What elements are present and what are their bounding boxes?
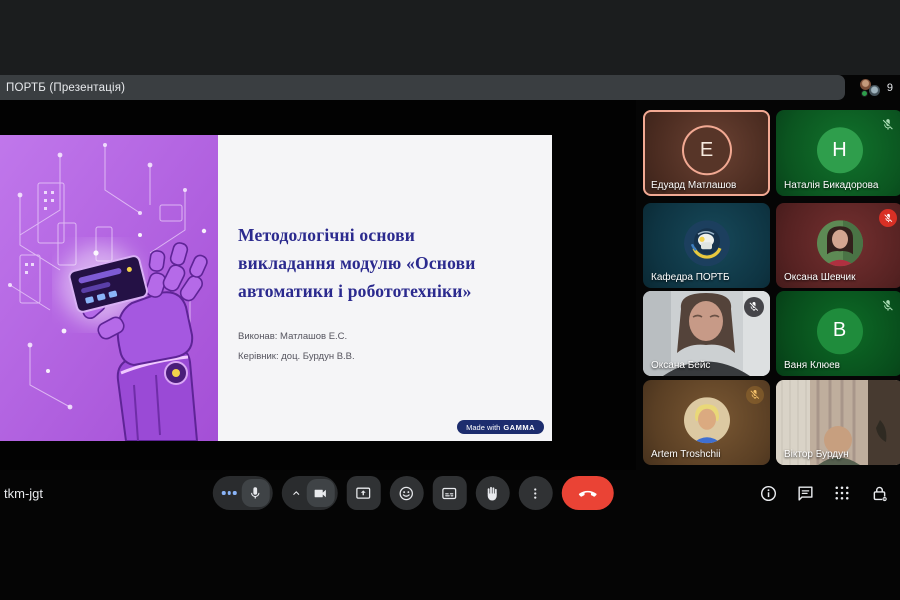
meeting-code: tkm-jgt <box>4 485 43 501</box>
toolbar-right <box>757 470 890 516</box>
audio-activity-icon <box>221 491 237 495</box>
avatar: Е <box>683 127 730 174</box>
participant-name: Ваня Клюев <box>784 360 840 371</box>
call-controls <box>212 476 614 510</box>
window-top-strip <box>0 0 900 75</box>
avatar: В <box>816 307 863 354</box>
participant-name: Едуард Матлашов <box>651 180 737 191</box>
presentation-feed[interactable]: Методологічні основи викладання модулю «… <box>0 100 636 470</box>
chevron-up-icon <box>290 488 301 499</box>
present-screen-button[interactable] <box>346 476 381 510</box>
presentation-title-bar: ПОРТБ (Презентація) <box>0 75 845 100</box>
participant-avatars-icon <box>858 78 882 98</box>
mic-off-icon <box>879 209 897 227</box>
grid-dots-icon <box>835 486 849 500</box>
mic-off-icon <box>746 386 764 404</box>
slide-title: Методологічні основи викладання модулю «… <box>238 225 476 301</box>
chat-button[interactable] <box>794 482 816 504</box>
mic-icon <box>241 479 270 507</box>
phone-hangup-icon <box>578 490 597 497</box>
host-controls-button[interactable] <box>868 482 890 504</box>
present-screen-icon <box>356 487 371 499</box>
tile-kafedra-portb[interactable]: Кафедра ПОРТБ <box>643 203 770 288</box>
participant-name: Кафедра ПОРТБ <box>651 272 730 283</box>
gamma-badge: Made with GAMMA <box>457 420 544 434</box>
hand-icon <box>487 486 497 501</box>
camera-icon <box>306 479 335 507</box>
mic-off-icon <box>879 297 897 315</box>
slide-author: Виконав: Матлашов Е.С. <box>238 331 348 342</box>
cc-icon <box>442 487 457 499</box>
microphone-button[interactable] <box>212 476 273 510</box>
tile-eduard-matlashov[interactable]: Е Едуард Матлашов <box>643 110 770 196</box>
lock-gear-icon <box>873 486 887 502</box>
raise-hand-button[interactable] <box>475 476 510 510</box>
participant-count: 9 <box>886 81 893 94</box>
participant-name: Оксана Шевчик <box>784 272 856 283</box>
slide-meta: Виконав: Матлашов Е.С. Керівник: доц. Бу… <box>238 327 534 367</box>
activities-button[interactable] <box>831 482 853 504</box>
smiley-icon <box>399 486 413 500</box>
slide-illustration <box>0 135 218 441</box>
more-options-button[interactable] <box>518 476 553 510</box>
mic-off-icon <box>879 116 897 134</box>
avatar: Н <box>816 127 863 174</box>
reactions-button[interactable] <box>389 476 424 510</box>
slide-content: Методологічні основи викладання модулю «… <box>218 135 552 441</box>
call-toolbar: tkm-jgt <box>0 470 900 516</box>
slide: Методологічні основи викладання модулю «… <box>0 135 552 441</box>
presentation-title: ПОРТБ (Презентація) <box>6 81 126 94</box>
avatar <box>683 396 730 443</box>
tile-artem-troshchii[interactable]: Artem Troshchii <box>643 380 770 465</box>
info-icon <box>760 485 776 501</box>
chat-bubble-icon <box>797 485 813 501</box>
participants-counter[interactable]: 9 <box>858 75 893 100</box>
avatar <box>816 219 863 266</box>
participant-name: Віктор Бурдун <box>784 449 849 460</box>
participant-name: Оксана Бейс <box>651 360 711 371</box>
participant-grid: Е Едуард Матлашов Н Наталія Бикадорова К… <box>643 110 900 466</box>
participant-name: Artem Troshchii <box>651 449 721 460</box>
tile-vanya-klyuev[interactable]: В Ваня Клюев <box>776 291 900 376</box>
mic-off-icon <box>744 297 764 317</box>
more-options-icon <box>534 487 537 499</box>
tile-natalia-bykadorova[interactable]: Н Наталія Бикадорова <box>776 110 900 196</box>
avatar <box>683 219 730 266</box>
tile-oksana-shevchyk[interactable]: Оксана Шевчик <box>776 203 900 288</box>
slide-supervisor: Керівник: доц. Бурдун В.В. <box>238 351 355 362</box>
tile-viktor-burdun[interactable]: Віктор Бурдун <box>776 380 900 465</box>
meeting-details-button[interactable] <box>757 482 779 504</box>
participant-name: Наталія Бикадорова <box>784 180 879 191</box>
tile-oksana-beis[interactable]: Оксана Бейс <box>643 291 770 376</box>
end-call-button[interactable] <box>561 476 614 510</box>
captions-button[interactable] <box>432 476 467 510</box>
camera-button[interactable] <box>281 476 338 510</box>
